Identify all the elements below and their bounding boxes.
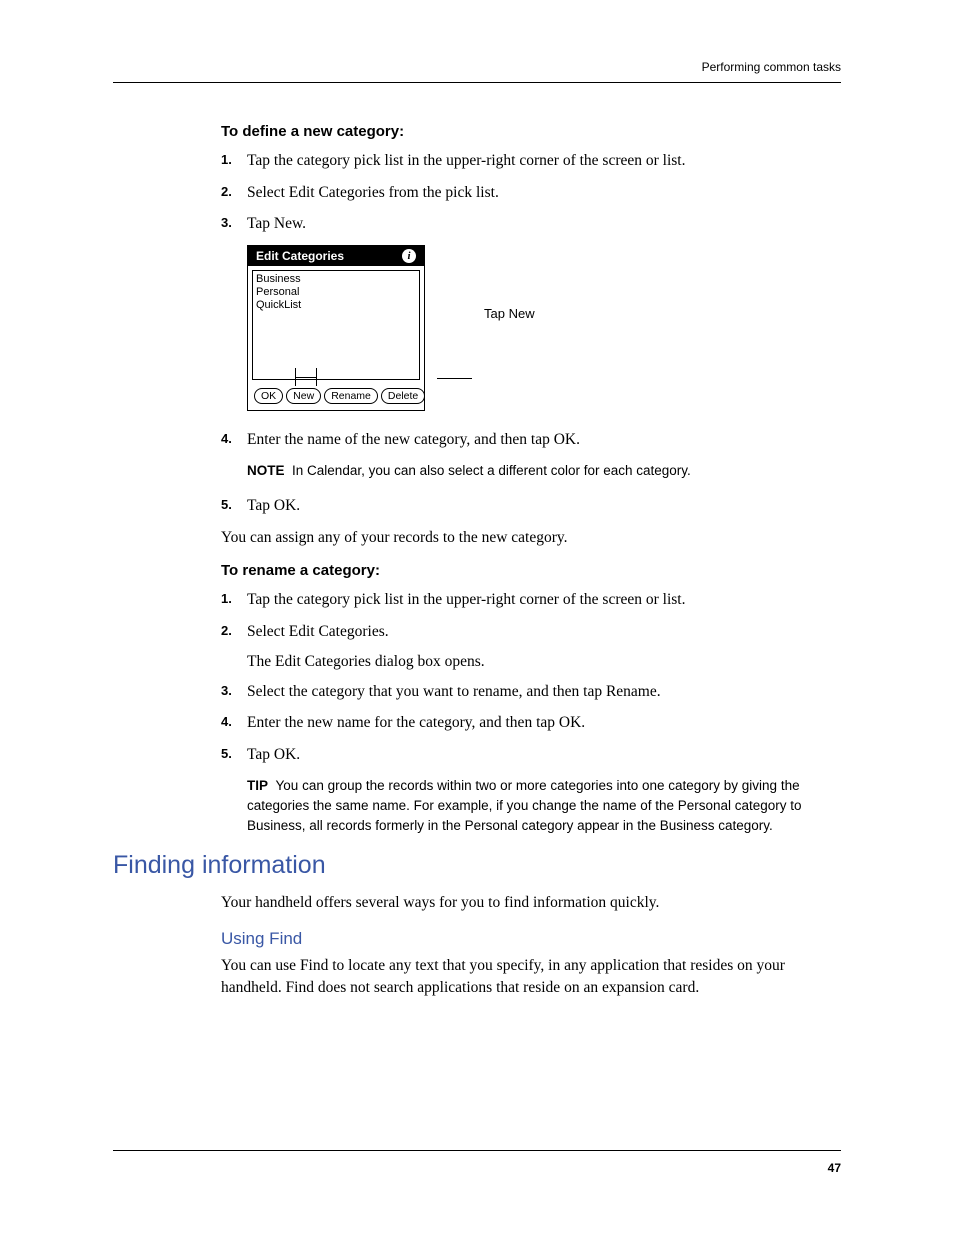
- running-header: Performing common tasks: [113, 60, 841, 83]
- step-item: Tap the category pick list in the upper-…: [221, 150, 841, 172]
- paragraph: The Edit Categories dialog box opens.: [221, 653, 841, 671]
- palm-dialog: Edit Categories i Business Personal Quic…: [247, 245, 425, 411]
- page-number: 47: [113, 1150, 841, 1175]
- figure-edit-categories: Edit Categories i Business Personal Quic…: [247, 245, 841, 411]
- note-label: NOTE: [247, 463, 285, 478]
- step-item: Select Edit Categories from the pick lis…: [221, 182, 841, 204]
- paragraph: You can use Find to locate any text that…: [221, 955, 841, 998]
- delete-button: Delete: [381, 388, 425, 404]
- tip-block: TIP You can group the records within two…: [221, 776, 841, 837]
- heading-finding-information: Finding information: [113, 851, 841, 880]
- step-item: Tap OK.: [221, 744, 841, 766]
- section-heading-define: To define a new category:: [221, 123, 841, 140]
- list-item: QuickList: [256, 299, 416, 312]
- paragraph: You can assign any of your records to th…: [221, 527, 841, 549]
- step-item: Select the category that you want to ren…: [221, 681, 841, 703]
- dialog-title: Edit Categories: [256, 249, 344, 263]
- step-item: Enter the new name for the category, and…: [221, 712, 841, 734]
- rename-button: Rename: [324, 388, 378, 404]
- list-item: Business: [256, 273, 416, 286]
- tip-label: TIP: [247, 778, 268, 793]
- note-block: NOTE In Calendar, you can also select a …: [221, 461, 841, 481]
- note-text: In Calendar, you can also select a diffe…: [292, 463, 691, 478]
- heading-using-find: Using Find: [221, 929, 841, 949]
- tip-text: You can group the records within two or …: [247, 778, 802, 834]
- step-item: Tap New.: [221, 213, 841, 235]
- new-button: New: [286, 388, 321, 404]
- step-item: Tap OK.: [221, 495, 841, 517]
- paragraph: Your handheld offers several ways for yo…: [221, 892, 841, 914]
- category-list: Business Personal QuickList: [252, 270, 420, 380]
- step-item: Enter the name of the new category, and …: [221, 429, 841, 451]
- ok-button: OK: [254, 388, 283, 404]
- section-heading-rename: To rename a category:: [221, 562, 841, 579]
- step-item: Tap the category pick list in the upper-…: [221, 589, 841, 611]
- info-icon: i: [402, 249, 416, 263]
- step-item: Select Edit Categories.: [221, 621, 841, 643]
- list-item: Personal: [256, 286, 416, 299]
- callout-label: Tap New: [484, 306, 535, 351]
